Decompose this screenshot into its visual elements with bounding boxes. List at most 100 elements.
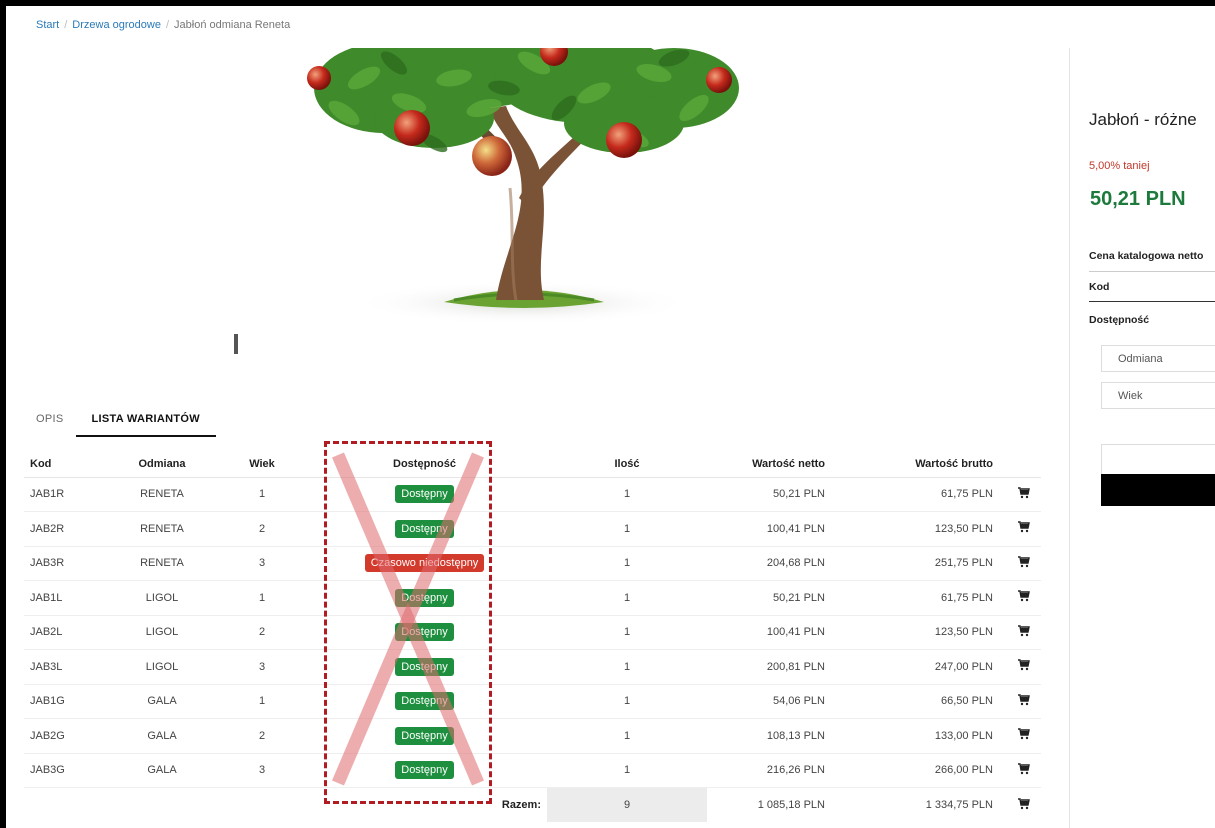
cell-dostepnosc: Dostępny	[302, 477, 547, 512]
status-badge: Dostępny	[395, 623, 454, 642]
product-tabs: OPIS LISTA WARIANTÓW	[24, 405, 216, 437]
gallery-thumbnail-marker[interactable]	[234, 334, 238, 354]
sidebar-divider	[1069, 48, 1070, 828]
select-odmiana[interactable]: Odmiana	[1101, 345, 1215, 372]
cell-dostepnosc: Dostępny	[302, 718, 547, 754]
cell-wartosc-brutto: 123,50 PLN	[867, 615, 1007, 650]
cell-ilosc[interactable]: 1	[547, 649, 707, 685]
cell-wiek: 1	[222, 580, 302, 616]
cell-ilosc[interactable]: 1	[547, 684, 707, 719]
product-price: 50,21 PLN	[1090, 188, 1186, 210]
variants-table: Kod Odmiana Wiek Dostępność Ilość Wartoś…	[24, 452, 1041, 822]
status-badge: Dostępny	[395, 692, 454, 711]
cell-dostepnosc: Dostępny	[302, 580, 547, 616]
cart-icon-add-all[interactable]	[1018, 797, 1030, 810]
cell-ilosc[interactable]: 1	[547, 615, 707, 650]
table-row: JAB2R RENETA 2 Dostępny 1 100,41 PLN 123,50 PL…	[24, 511, 1041, 547]
cell-kod: JAB2R	[24, 511, 102, 547]
column-header-kod: Kod	[24, 452, 102, 478]
cell-cart	[1007, 649, 1041, 685]
cell-cart	[1007, 580, 1041, 616]
cell-ilosc[interactable]: 1	[547, 511, 707, 547]
cell-odmiana: GALA	[102, 753, 222, 788]
cell-odmiana: LIGOL	[102, 615, 222, 650]
cart-icon[interactable]	[1018, 590, 1030, 602]
frame-left-border	[0, 0, 6, 828]
cell-cart	[1007, 546, 1041, 581]
cell-cart	[1007, 615, 1041, 650]
cell-wartosc-brutto: 247,00 PLN	[867, 649, 1007, 685]
status-badge: Dostępny	[395, 485, 454, 504]
cell-wartosc-netto: 50,21 PLN	[707, 580, 867, 616]
cart-icon[interactable]	[1018, 556, 1030, 568]
cart-icon[interactable]	[1018, 763, 1030, 775]
cell-dostepnosc: Dostępny	[302, 753, 547, 788]
cell-kod: JAB2G	[24, 718, 102, 754]
cell-ilosc[interactable]: 1	[547, 580, 707, 616]
table-row: JAB1R RENETA 1 Dostępny 1 50,21 PLN 61,75 PLN	[24, 477, 1041, 512]
column-header-odmiana: Odmiana	[102, 452, 222, 478]
cell-odmiana: GALA	[102, 718, 222, 754]
status-badge: Dostępny	[395, 657, 454, 676]
column-header-ilosc: Ilość	[547, 452, 707, 478]
cart-icon[interactable]	[1018, 728, 1030, 740]
cell-odmiana: LIGOL	[102, 580, 222, 616]
info-row-dostepnosc: Dostępność	[1089, 314, 1150, 326]
column-header-dostepnosc: Dostępność	[302, 452, 547, 478]
cell-wartosc-netto: 54,06 PLN	[707, 684, 867, 719]
cart-icon[interactable]	[1018, 659, 1030, 671]
table-row: JAB3R RENETA 3 Czasowo niedostępny 1 204,68 P…	[24, 546, 1041, 581]
cell-wartosc-brutto: 266,00 PLN	[867, 753, 1007, 788]
cell-dostepnosc: Dostępny	[302, 615, 547, 650]
info-row-catalog-price: Cena katalogowa netto	[1089, 250, 1215, 272]
status-badge: Dostępny	[395, 519, 454, 538]
cell-wiek: 2	[222, 718, 302, 754]
cell-cart	[1007, 511, 1041, 547]
cart-icon[interactable]	[1018, 694, 1030, 706]
cell-odmiana: LIGOL	[102, 649, 222, 685]
cell-wiek: 2	[222, 615, 302, 650]
column-header-cart	[1007, 452, 1041, 478]
breadcrumb-current: Jabłoń odmiana Reneta	[174, 19, 291, 31]
cell-wartosc-netto: 100,41 PLN	[707, 511, 867, 547]
cell-dostepnosc: Dostępny	[302, 511, 547, 547]
cell-ilosc[interactable]: 1	[547, 477, 707, 512]
tab-opis[interactable]: OPIS	[24, 405, 76, 437]
column-header-wiek: Wiek	[222, 452, 302, 478]
cell-wartosc-netto: 100,41 PLN	[707, 615, 867, 650]
cell-wartosc-brutto: 61,75 PLN	[867, 477, 1007, 512]
breadcrumb-link-category[interactable]: Drzewa ogrodowe	[72, 19, 161, 31]
cart-icon[interactable]	[1018, 487, 1030, 499]
status-badge: Czasowo niedostępny	[364, 554, 485, 573]
table-row: JAB2G GALA 2 Dostępny 1 108,13 PLN 133,00 PLN	[24, 718, 1041, 754]
cell-ilosc[interactable]: 1	[547, 753, 707, 788]
table-row: JAB3G GALA 3 Dostępny 1 216,26 PLN 266,00 PLN	[24, 753, 1041, 788]
info-row-kod: Kod	[1089, 281, 1215, 302]
frame-top-border	[0, 0, 1215, 6]
cart-icon[interactable]	[1018, 625, 1030, 637]
tab-lista-wariantow[interactable]: LISTA WARIANTÓW	[75, 405, 216, 437]
cell-kod: JAB3L	[24, 649, 102, 685]
cell-wartosc-netto: 204,68 PLN	[707, 546, 867, 581]
table-summary-row: Razem: 9 1 085,18 PLN 1 334,75 PLN	[24, 787, 1041, 822]
select-wiek[interactable]: Wiek	[1101, 382, 1215, 409]
summary-netto: 1 085,18 PLN	[757, 799, 825, 811]
cell-dostepnosc: Dostępny	[302, 649, 547, 685]
product-image-apple-tree[interactable]	[234, 48, 832, 356]
cell-ilosc[interactable]: 1	[547, 718, 707, 754]
breadcrumb-separator: /	[165, 19, 170, 31]
table-row: JAB1L LIGOL 1 Dostępny 1 50,21 PLN 61,75 PLN	[24, 580, 1041, 616]
breadcrumb-link-start[interactable]: Start	[36, 19, 59, 31]
status-badge: Dostępny	[395, 726, 454, 745]
cart-icon[interactable]	[1018, 521, 1030, 533]
cell-wiek: 3	[222, 649, 302, 685]
cell-wiek: 3	[222, 753, 302, 788]
cell-wartosc-netto: 216,26 PLN	[707, 753, 867, 788]
cell-wiek: 3	[222, 546, 302, 581]
quantity-button[interactable]	[1101, 444, 1215, 475]
cell-wartosc-brutto: 61,75 PLN	[867, 580, 1007, 616]
cell-ilosc[interactable]: 1	[547, 546, 707, 581]
cell-odmiana: RENETA	[102, 477, 222, 512]
add-to-cart-button[interactable]	[1101, 474, 1215, 506]
cell-odmiana: RENETA	[102, 511, 222, 547]
